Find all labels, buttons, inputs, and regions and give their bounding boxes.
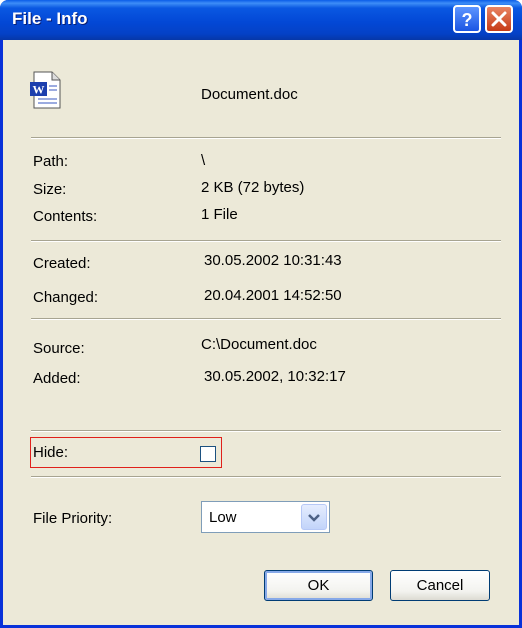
separator: [31, 240, 501, 242]
file-priority-value: Low: [209, 509, 237, 526]
word-document-icon: W: [30, 71, 61, 109]
changed-label: Changed:: [33, 289, 99, 306]
path-value: \: [201, 152, 206, 169]
svg-text:?: ?: [462, 10, 473, 30]
ok-button[interactable]: OK: [264, 570, 373, 601]
cancel-button[interactable]: Cancel: [390, 570, 490, 601]
separator: [31, 137, 501, 139]
file-priority-select[interactable]: Low: [201, 501, 330, 533]
chevron-down-icon: [308, 514, 320, 522]
title-bar[interactable]: File - Info ?: [0, 0, 522, 40]
path-label: Path:: [33, 153, 69, 170]
size-label: Size:: [33, 181, 67, 198]
separator: [31, 318, 501, 320]
help-icon: ?: [462, 10, 473, 30]
svg-text:W: W: [33, 83, 45, 97]
close-button[interactable]: [485, 5, 513, 33]
file-name: Document.doc: [201, 86, 298, 103]
separator: [31, 476, 501, 478]
contents-value: 1 File: [201, 206, 238, 223]
created-label: Created:: [33, 255, 91, 272]
dropdown-button[interactable]: [301, 504, 327, 530]
size-value: 2 KB (72 bytes): [201, 179, 305, 196]
source-label: Source:: [33, 340, 85, 357]
contents-label: Contents:: [33, 208, 98, 225]
separator: [31, 430, 501, 432]
source-value: C:\Document.doc: [201, 336, 317, 353]
window-title: File - Info: [12, 9, 88, 28]
help-button[interactable]: ?: [453, 5, 481, 33]
file-priority-label: File Priority:: [33, 510, 113, 527]
close-icon: [491, 11, 507, 27]
added-label: Added:: [33, 370, 81, 387]
changed-value: 20.04.2001 14:52:50: [204, 287, 342, 304]
created-value: 30.05.2002 10:31:43: [204, 252, 342, 269]
file-info-dialog: File - Info ? W Document.doc Path: \ Siz…: [0, 0, 522, 628]
hide-checkbox[interactable]: [200, 446, 216, 462]
hide-label: Hide:: [33, 444, 69, 461]
added-value: 30.05.2002, 10:32:17: [204, 368, 346, 385]
